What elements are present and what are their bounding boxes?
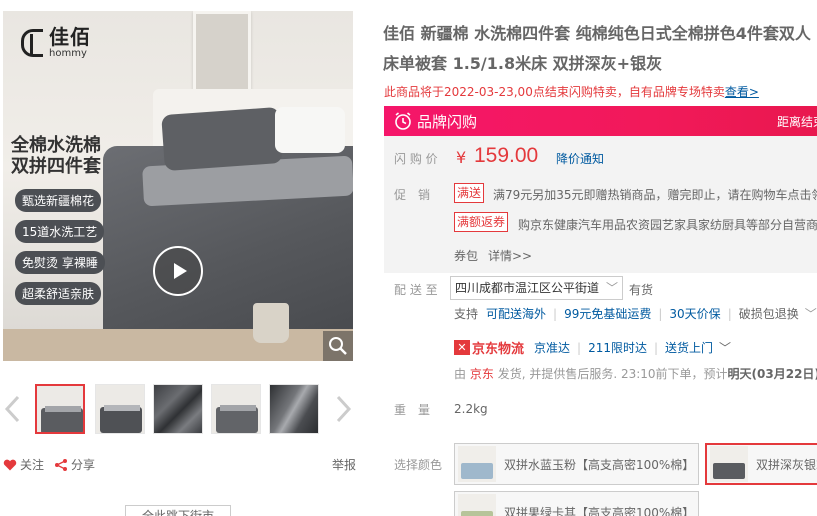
brand-name-cn: 佳佰 [49,25,91,49]
main-product-image[interactable]: 佳佰 hommy 全棉水洗棉 双拼四件套 甄选新疆棉花 15道水洗工艺 免熨烫 … [3,11,353,361]
shipping-label: 配 送 至 [394,283,438,297]
follow-button[interactable]: 关注 [3,456,44,473]
basket [253,303,289,343]
promo-title: 全棉水洗棉 双拼四件套 [11,135,101,177]
brand-logo: 佳佰 hommy [21,27,91,59]
color-label: 选择颜色 [394,458,443,472]
color-option-label: 双拼果绿卡其【高支高密100%棉】 [504,505,695,516]
service-text[interactable]: 30天价保 [669,305,720,322]
promo-title-line: 全棉水洗棉 [11,135,101,156]
chevron-left-icon[interactable] [3,394,23,424]
follow-label: 关注 [20,458,45,472]
service-row: 支持 可配送海外 | 99元免基础运费 | 30天价保 | 破损包退换 ﹀ [454,305,817,322]
promo-details-link[interactable]: 详情>> [488,247,532,264]
promo-tag: 15道水洗工艺 [15,220,105,243]
share-label: 分享 [71,458,96,472]
jd-service[interactable]: 211限时达 [588,339,647,356]
pillow-white [275,107,345,153]
jd-logistics-icon: ✕ [454,340,470,355]
brand-name-en: hommy [49,48,87,59]
chevron-down-icon: ﹀ [605,281,618,295]
thumbnail-3[interactable] [153,384,203,434]
promo-title-line: 双拼四件套 [11,156,101,177]
address-value: 四川成都市温江区公平街道 [455,281,600,295]
service-text[interactable]: 破损包退换 [739,305,799,322]
flash-notice-link[interactable]: 查看> [725,85,759,99]
delivery-text: 发货, 并提供售后服务. 23:10前下单，预计 [497,367,728,381]
chevron-right-icon[interactable] [333,394,353,424]
chevron-down-icon[interactable]: ﹀ [719,339,731,356]
price-label: 闪 购 价 [394,152,438,166]
color-option-label: 双拼深灰银灰【高支高密100%棉】 [756,457,817,472]
delivery-jd-link[interactable]: 京东 [470,367,494,381]
promo-label: 促 销 [394,188,431,202]
report-link[interactable]: 举报 [332,456,356,473]
price-drop-notify-link[interactable]: 降价通知 [556,150,604,167]
color-option-selected[interactable]: 双拼深灰银灰【高支高密100%棉】 [705,443,817,485]
share-icon [55,458,68,471]
delivery-prefix: 由 [454,367,467,381]
flash-notice: 此商品将于2022-03-23,00点结束闪购特卖，自有品牌专场特卖查看> [384,83,759,100]
service-link[interactable]: 可配送海外 [486,305,546,322]
thumbnail-2[interactable] [95,384,145,434]
weight-value: 2.2kg [454,402,488,416]
flash-notice-text: 此商品将于2022-03-23,00点结束闪购特卖，自有品牌专场特卖 [384,85,725,99]
color-option[interactable]: 双拼水蓝玉粉【高支高密100%棉】 [454,443,699,485]
alarm-clock-icon [395,112,411,130]
promo-tag: 超柔舒适亲肤 [15,282,102,305]
countdown-label: 距离结束 [777,114,817,129]
thumbnail-5[interactable] [269,384,319,434]
address-select[interactable]: 四川成都市温江区公平街道 ﹀ [450,276,623,300]
zoom-icon[interactable] [323,331,353,361]
jd-service[interactable]: 京准达 [534,339,570,356]
thumbnail-4[interactable] [211,384,261,434]
promo-text: 满79元另加35元即赠热销商品，赠完即止，请在购物车点击领取 [493,188,817,202]
heart-icon [3,459,17,470]
thumbnail-strip [0,381,356,439]
share-button[interactable]: 分享 [54,456,95,473]
shop-button[interactable]: 全此跳下街市 [125,505,231,516]
jd-service[interactable]: 送货上门 [665,339,713,356]
jd-logistics-row: ✕ 京东物流 京准达 | 211限时达 | 送货上门 ﹀ [454,338,731,357]
color-option[interactable]: 双拼果绿卡其【高支高密100%棉】 [454,491,699,516]
gallery-actions: 关注 分享 举报 [3,456,356,473]
wall-frame-decoration [193,11,251,97]
stock-status: 有货 [629,283,654,297]
price-currency: ¥ [456,148,467,167]
flash-sale-bar: 品牌闪购 距离结束 [384,106,817,136]
promo-badge: 满送 [454,183,485,203]
promo-tag: 免熨烫 享裸睡 [15,251,105,274]
color-swatch [458,446,496,482]
price-area: 闪 购 价 ¥ 159.00 降价通知 促 销 满送 满79元另加35元即赠热销… [384,136,817,273]
chevron-down-icon[interactable]: ﹀ [805,305,817,322]
delivery-info: 由 京东 发货, 并提供售后服务. 23:10前下单，预计明天(03月22日)送… [454,365,817,382]
price-value: 159.00 [474,144,539,167]
color-swatch [458,494,496,516]
thumbnail-1[interactable] [35,384,85,434]
pillow-grey [161,106,283,172]
promo-tag: 甄选新疆棉花 [15,189,102,212]
coupon-pack-link[interactable]: 券包 [454,247,478,264]
promo-text: 购京东健康汽车用品农资园艺家具家纺厨具等部分自营商品 [518,218,817,232]
jd-logistics-logo: ✕ 京东物流 [454,338,524,357]
play-video-icon[interactable] [153,246,203,296]
jd-logistics-label: 京东物流 [472,342,525,357]
brand-logo-icon [21,29,43,57]
color-option-label: 双拼水蓝玉粉【高支高密100%棉】 [504,457,695,472]
flash-sale-label: 品牌闪购 [417,112,478,131]
weight-label: 重 量 [394,403,431,417]
promo-badge: 满额返券 [454,212,509,232]
promo-tags: 甄选新疆棉花 15道水洗工艺 免熨烫 享裸睡 超柔舒适亲肤 [15,189,105,305]
service-text[interactable]: 99元免基础运费 [564,305,651,322]
color-swatch [710,446,748,482]
support-label: 支持 [454,307,479,321]
floor [3,329,353,361]
delivery-date: 明天(03月22日) [727,367,817,381]
product-title: 佳佰 新疆棉 水洗棉四件套 纯棉纯色日式全棉拼色4件套双人床单被套 1.5/1.… [383,24,811,73]
